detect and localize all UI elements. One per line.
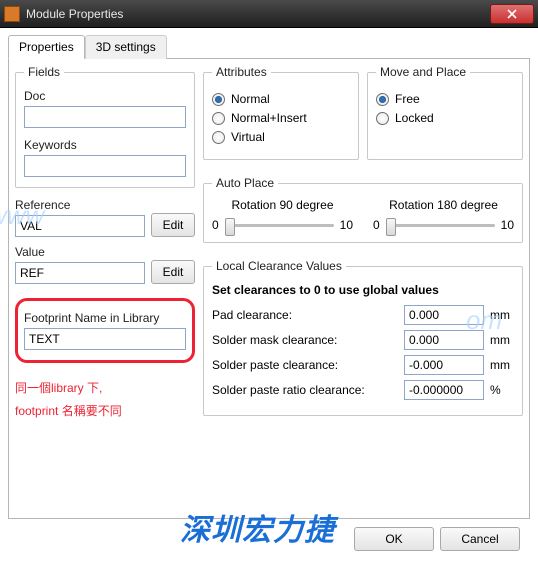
annotation-text: 同一個library 下, footprint 名稱要不同 <box>15 377 195 423</box>
annotation-line1: 同一個library 下, <box>15 377 195 400</box>
attr-normal-label: Normal <box>231 92 270 106</box>
locked-label: Locked <box>395 111 434 125</box>
tab-properties[interactable]: Properties <box>8 35 85 59</box>
attr-virtual-radio[interactable]: Virtual <box>212 130 350 144</box>
rot180-min: 0 <box>373 218 380 232</box>
rot90-min: 0 <box>212 218 219 232</box>
move-place-legend: Move and Place <box>376 65 470 79</box>
fields-legend: Fields <box>24 65 64 79</box>
pad-clearance-unit: mm <box>490 308 514 322</box>
radio-icon <box>212 93 225 106</box>
reference-label: Reference <box>15 198 145 212</box>
radio-icon <box>376 112 389 125</box>
rot180-max: 10 <box>501 218 514 232</box>
locked-radio[interactable]: Locked <box>376 111 514 125</box>
doc-label: Doc <box>24 89 186 103</box>
close-icon <box>507 9 517 19</box>
app-icon <box>4 6 20 22</box>
value-input[interactable] <box>15 262 145 284</box>
free-label: Free <box>395 92 420 106</box>
attributes-group: Attributes Normal Normal+Insert Virtual <box>203 65 359 160</box>
paste-ratio-label: Solder paste ratio clearance: <box>212 383 398 397</box>
paste-clearance-label: Solder paste clearance: <box>212 358 398 372</box>
doc-input[interactable] <box>24 106 186 128</box>
clearances-group: Local Clearance Values Set clearances to… <box>203 259 523 416</box>
reference-input[interactable] <box>15 215 145 237</box>
mask-clearance-input[interactable] <box>404 330 484 350</box>
close-button[interactable] <box>490 4 534 24</box>
paste-clearance-input[interactable] <box>404 355 484 375</box>
auto-place-legend: Auto Place <box>212 176 278 190</box>
title-bar: Module Properties <box>0 0 538 28</box>
slider-thumb-icon <box>225 218 235 236</box>
tab-3d-settings[interactable]: 3D settings <box>85 35 167 59</box>
auto-place-group: Auto Place Rotation 90 degree 0 10 <box>203 176 523 243</box>
paste-ratio-input[interactable] <box>404 380 484 400</box>
clearances-legend: Local Clearance Values <box>212 259 346 273</box>
fields-group: Fields Doc Keywords <box>15 65 195 188</box>
rot90-label: Rotation 90 degree <box>212 198 353 212</box>
attr-normal-insert-radio[interactable]: Normal+Insert <box>212 111 350 125</box>
radio-icon <box>212 131 225 144</box>
radio-icon <box>212 112 225 125</box>
footprint-name-label: Footprint Name in Library <box>24 311 186 325</box>
cancel-button[interactable]: Cancel <box>440 527 520 551</box>
watermark-brand: 深圳宏力捷 <box>180 505 335 549</box>
keywords-input[interactable] <box>24 155 186 177</box>
free-radio[interactable]: Free <box>376 92 514 106</box>
value-label: Value <box>15 245 145 259</box>
clearances-hint: Set clearances to 0 to use global values <box>212 283 514 297</box>
rot180-label: Rotation 180 degree <box>373 198 514 212</box>
paste-clearance-unit: mm <box>490 358 514 372</box>
rot90-slider[interactable] <box>225 224 334 227</box>
paste-ratio-unit: % <box>490 383 514 397</box>
mask-clearance-unit: mm <box>490 333 514 347</box>
window-title: Module Properties <box>26 7 490 21</box>
slider-thumb-icon <box>386 218 396 236</box>
footprint-name-input[interactable] <box>24 328 186 350</box>
properties-panel: Fields Doc Keywords Reference Edit <box>8 59 530 519</box>
keywords-label: Keywords <box>24 138 186 152</box>
attr-normal-radio[interactable]: Normal <box>212 92 350 106</box>
tab-strip: Properties 3D settings <box>8 34 530 59</box>
radio-icon <box>376 93 389 106</box>
rot90-max: 10 <box>340 218 353 232</box>
pad-clearance-input[interactable] <box>404 305 484 325</box>
mask-clearance-label: Solder mask clearance: <box>212 333 398 347</box>
footprint-highlight-box: Footprint Name in Library <box>15 298 195 363</box>
value-edit-button[interactable]: Edit <box>151 260 195 284</box>
annotation-line2: footprint 名稱要不同 <box>15 400 195 423</box>
attributes-legend: Attributes <box>212 65 271 79</box>
move-place-group: Move and Place Free Locked <box>367 65 523 160</box>
rot180-slider[interactable] <box>386 224 495 227</box>
reference-edit-button[interactable]: Edit <box>151 213 195 237</box>
pad-clearance-label: Pad clearance: <box>212 308 398 322</box>
attr-normal-insert-label: Normal+Insert <box>231 111 307 125</box>
ok-button[interactable]: OK <box>354 527 434 551</box>
attr-virtual-label: Virtual <box>231 130 265 144</box>
